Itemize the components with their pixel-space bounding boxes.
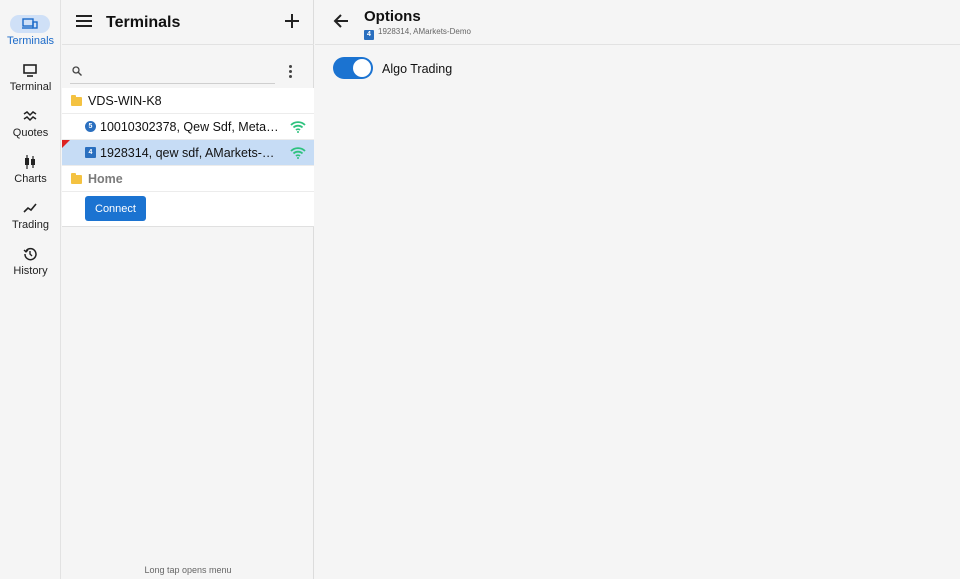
- nav-label: History: [13, 265, 48, 277]
- nav-item-terminals[interactable]: Terminals: [0, 12, 61, 56]
- terminals-list: VDS-WIN-K8 5 10010302378, Qew Sdf, MetaQ…: [62, 88, 314, 227]
- candlestick-icon: [10, 153, 50, 171]
- nav-label: Terminal: [9, 81, 52, 93]
- nav-label: Trading: [12, 219, 49, 231]
- account-row-selected[interactable]: 4 1928314, qew sdf, AMarkets-Demo: [62, 140, 314, 166]
- folder-label: VDS-WIN-K8: [88, 94, 162, 108]
- search-box: [70, 62, 275, 84]
- toggle-knob: [353, 59, 371, 77]
- nav-label: Charts: [14, 173, 47, 185]
- monitor-icon: [10, 61, 50, 79]
- nav-label: Quotes: [12, 127, 49, 139]
- app-window: Terminals Terminal Quotes Charts Trading: [0, 0, 960, 579]
- more-options-icon[interactable]: [287, 64, 295, 80]
- footer-hint: Long tap opens menu: [144, 565, 232, 575]
- terminal-badge-icon: 4: [85, 147, 96, 158]
- back-arrow-icon[interactable]: [333, 13, 349, 29]
- add-terminal-button[interactable]: [282, 10, 302, 32]
- account-label: 1928314, qew sdf, AMarkets-Demo: [100, 146, 280, 160]
- search-input[interactable]: [90, 63, 270, 81]
- menu-icon[interactable]: [76, 14, 92, 28]
- nav-rail: Terminals Terminal Quotes Charts Trading: [0, 0, 61, 579]
- folder-label: Home: [88, 172, 123, 186]
- nav-item-trading[interactable]: Trading: [0, 196, 61, 240]
- options-header: Options 4 1928314, AMarkets-Demo: [315, 0, 960, 45]
- history-icon: [10, 245, 50, 263]
- terminals-header: Terminals: [62, 0, 314, 45]
- options-panel: Options 4 1928314, AMarkets-Demo Algo Tra…: [315, 0, 960, 579]
- folder-icon: [71, 173, 82, 184]
- wifi-connected-icon: [290, 121, 306, 133]
- connect-row: Connect: [62, 192, 314, 227]
- quotes-icon: [10, 107, 50, 125]
- plus-icon: [285, 14, 299, 28]
- terminals-icon: [10, 15, 50, 33]
- terminals-panel: Terminals VDS-WIN-K8 5 10010302378, Qew …: [62, 0, 314, 579]
- algo-trading-toggle[interactable]: [333, 57, 373, 79]
- nav-item-history[interactable]: History: [0, 242, 61, 286]
- account-row[interactable]: 5 10010302378, Qew Sdf, MetaQuotes: [62, 114, 314, 140]
- trend-icon: [10, 199, 50, 217]
- nav-item-charts[interactable]: Charts: [0, 150, 61, 194]
- connect-button[interactable]: Connect: [85, 196, 146, 221]
- nav-item-quotes[interactable]: Quotes: [0, 104, 61, 148]
- search-icon: [72, 66, 82, 76]
- folder-icon: [71, 95, 82, 106]
- folder-row[interactable]: VDS-WIN-K8: [62, 88, 314, 114]
- terminal-badge-icon: 5: [85, 121, 96, 132]
- active-marker: [62, 140, 70, 148]
- terminal-badge-icon: 4: [364, 30, 374, 40]
- account-subtitle: 1928314, AMarkets-Demo: [378, 27, 471, 36]
- options-title: Options: [364, 8, 421, 25]
- algo-trading-label: Algo Trading: [382, 62, 453, 76]
- options-subtitle: 4 1928314, AMarkets-Demo: [364, 27, 471, 40]
- folder-row[interactable]: Home: [62, 166, 314, 192]
- account-label: 10010302378, Qew Sdf, MetaQuotes: [100, 120, 280, 134]
- nav-item-terminal[interactable]: Terminal: [0, 58, 61, 102]
- page-title: Terminals: [106, 14, 181, 31]
- wifi-connected-icon: [290, 147, 306, 159]
- nav-label: Terminals: [6, 35, 55, 47]
